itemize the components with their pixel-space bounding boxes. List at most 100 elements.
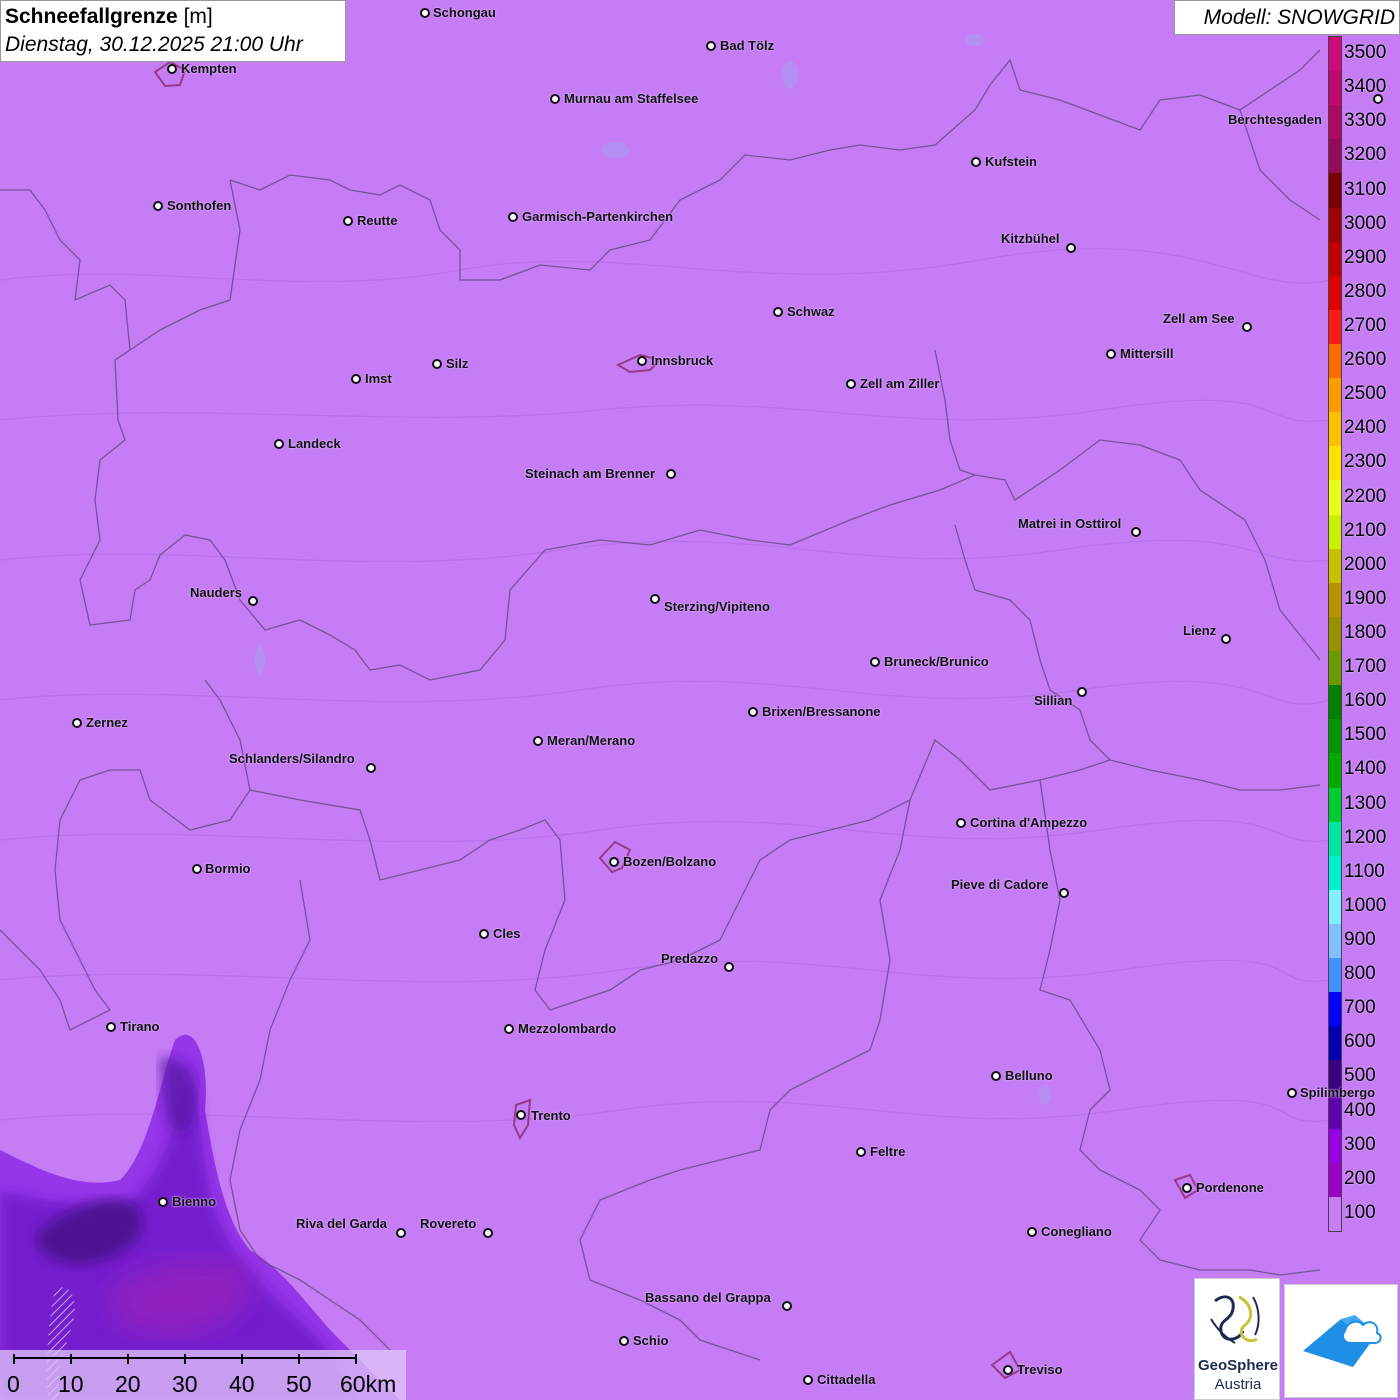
city-marker[interactable] [971, 157, 981, 167]
city-label[interactable]: Schlanders/Silandro [229, 752, 355, 766]
city-label[interactable]: Cortina d'Ampezzo [970, 816, 1087, 830]
city-marker[interactable] [420, 8, 430, 18]
city-label[interactable]: Bormio [205, 862, 251, 876]
city-label[interactable]: Mezzolombardo [518, 1022, 616, 1036]
city-marker[interactable] [1027, 1227, 1037, 1237]
geosphere-logo[interactable]: GeoSphere Austria [1194, 1278, 1280, 1400]
city-label[interactable]: Nauders [190, 586, 242, 600]
city-marker[interactable] [666, 469, 676, 479]
city-marker[interactable] [706, 41, 716, 51]
city-label[interactable]: Kempten [181, 62, 237, 76]
city-label[interactable]: Schio [633, 1334, 668, 1348]
city-label[interactable]: Feltre [870, 1145, 905, 1159]
city-label[interactable]: Schwaz [787, 305, 835, 319]
city-label[interactable]: Bienno [172, 1195, 216, 1209]
city-label[interactable]: Sillian [1034, 694, 1072, 708]
city-marker[interactable] [72, 718, 82, 728]
city-label[interactable]: Pieve di Cadore [951, 878, 1049, 892]
city-label[interactable]: Bassano del Grappa [645, 1291, 771, 1305]
city-label[interactable]: Reutte [357, 214, 397, 228]
city-marker[interactable] [248, 596, 258, 606]
city-label[interactable]: Riva del Garda [296, 1217, 387, 1231]
city-marker[interactable] [637, 356, 647, 366]
city-label[interactable]: Zernez [86, 716, 128, 730]
city-marker[interactable] [724, 962, 734, 972]
city-marker[interactable] [1131, 527, 1141, 537]
city-label[interactable]: Bruneck/Brunico [884, 655, 989, 669]
city-marker[interactable] [167, 64, 177, 74]
city-marker[interactable] [782, 1301, 792, 1311]
city-label[interactable]: Sterzing/Vipiteno [664, 600, 770, 614]
city-marker[interactable] [1066, 243, 1076, 253]
city-label[interactable]: Landeck [288, 437, 341, 451]
city-marker[interactable] [351, 374, 361, 384]
city-marker[interactable] [609, 857, 619, 867]
city-label[interactable]: Tirano [120, 1020, 160, 1034]
snowgrid-app-logo[interactable] [1284, 1284, 1398, 1398]
city-marker[interactable] [516, 1110, 526, 1120]
city-marker[interactable] [106, 1022, 116, 1032]
city-marker[interactable] [1373, 94, 1383, 104]
city-marker[interactable] [1221, 634, 1231, 644]
city-label[interactable]: Imst [365, 372, 392, 386]
city-marker[interactable] [773, 307, 783, 317]
city-marker[interactable] [1077, 687, 1087, 697]
city-marker[interactable] [483, 1228, 493, 1238]
city-label[interactable]: Spilimbergo [1300, 1086, 1375, 1100]
city-label[interactable]: Zell am See [1163, 312, 1235, 326]
city-label[interactable]: Meran/Merano [547, 734, 635, 748]
city-label[interactable]: Bad Tölz [720, 39, 774, 53]
city-label[interactable]: Steinach am Brenner [525, 467, 655, 481]
city-marker[interactable] [991, 1071, 1001, 1081]
city-marker[interactable] [533, 736, 543, 746]
city-marker[interactable] [432, 359, 442, 369]
city-marker[interactable] [366, 763, 376, 773]
city-marker[interactable] [1182, 1183, 1192, 1193]
city-label[interactable]: Innsbruck [651, 354, 713, 368]
city-label[interactable]: Schongau [433, 6, 496, 20]
city-label[interactable]: Pordenone [1196, 1181, 1264, 1195]
city-label[interactable]: Predazzo [661, 952, 718, 966]
city-marker[interactable] [396, 1228, 406, 1238]
city-label[interactable]: Murnau am Staffelsee [564, 92, 698, 106]
city-marker[interactable] [956, 818, 966, 828]
city-label[interactable]: Conegliano [1041, 1225, 1112, 1239]
city-marker[interactable] [650, 594, 660, 604]
city-marker[interactable] [158, 1197, 168, 1207]
city-label[interactable]: Garmisch-Partenkirchen [522, 210, 673, 224]
city-marker[interactable] [803, 1375, 813, 1385]
city-label[interactable]: Matrei in Osttirol [1018, 517, 1121, 531]
city-label[interactable]: Zell am Ziller [860, 377, 939, 391]
city-label[interactable]: Kitzbühel [1001, 232, 1060, 246]
city-marker[interactable] [192, 864, 202, 874]
city-marker[interactable] [274, 439, 284, 449]
city-marker[interactable] [508, 212, 518, 222]
city-marker[interactable] [1287, 1088, 1297, 1098]
city-marker[interactable] [504, 1024, 514, 1034]
city-marker[interactable] [870, 657, 880, 667]
city-label[interactable]: Cittadella [817, 1373, 876, 1387]
city-label[interactable]: Berchtesgaden [1228, 113, 1322, 127]
city-label[interactable]: Cles [493, 927, 520, 941]
city-marker[interactable] [619, 1336, 629, 1346]
city-label[interactable]: Brixen/Bressanone [762, 705, 881, 719]
city-label[interactable]: Rovereto [420, 1217, 476, 1231]
city-marker[interactable] [479, 929, 489, 939]
city-label[interactable]: Sonthofen [167, 199, 231, 213]
city-marker[interactable] [1106, 349, 1116, 359]
city-label[interactable]: Kufstein [985, 155, 1037, 169]
city-label[interactable]: Mittersill [1120, 347, 1173, 361]
city-marker[interactable] [1059, 888, 1069, 898]
city-marker[interactable] [846, 379, 856, 389]
city-marker[interactable] [1242, 322, 1252, 332]
city-label[interactable]: Trento [531, 1109, 571, 1123]
city-marker[interactable] [343, 216, 353, 226]
city-label[interactable]: Lienz [1183, 624, 1216, 638]
city-label[interactable]: Bozen/Bolzano [623, 855, 716, 869]
city-marker[interactable] [153, 201, 163, 211]
city-marker[interactable] [550, 94, 560, 104]
city-label[interactable]: Belluno [1005, 1069, 1053, 1083]
city-label[interactable]: Treviso [1017, 1363, 1063, 1377]
city-marker[interactable] [748, 707, 758, 717]
city-label[interactable]: Silz [446, 357, 468, 371]
